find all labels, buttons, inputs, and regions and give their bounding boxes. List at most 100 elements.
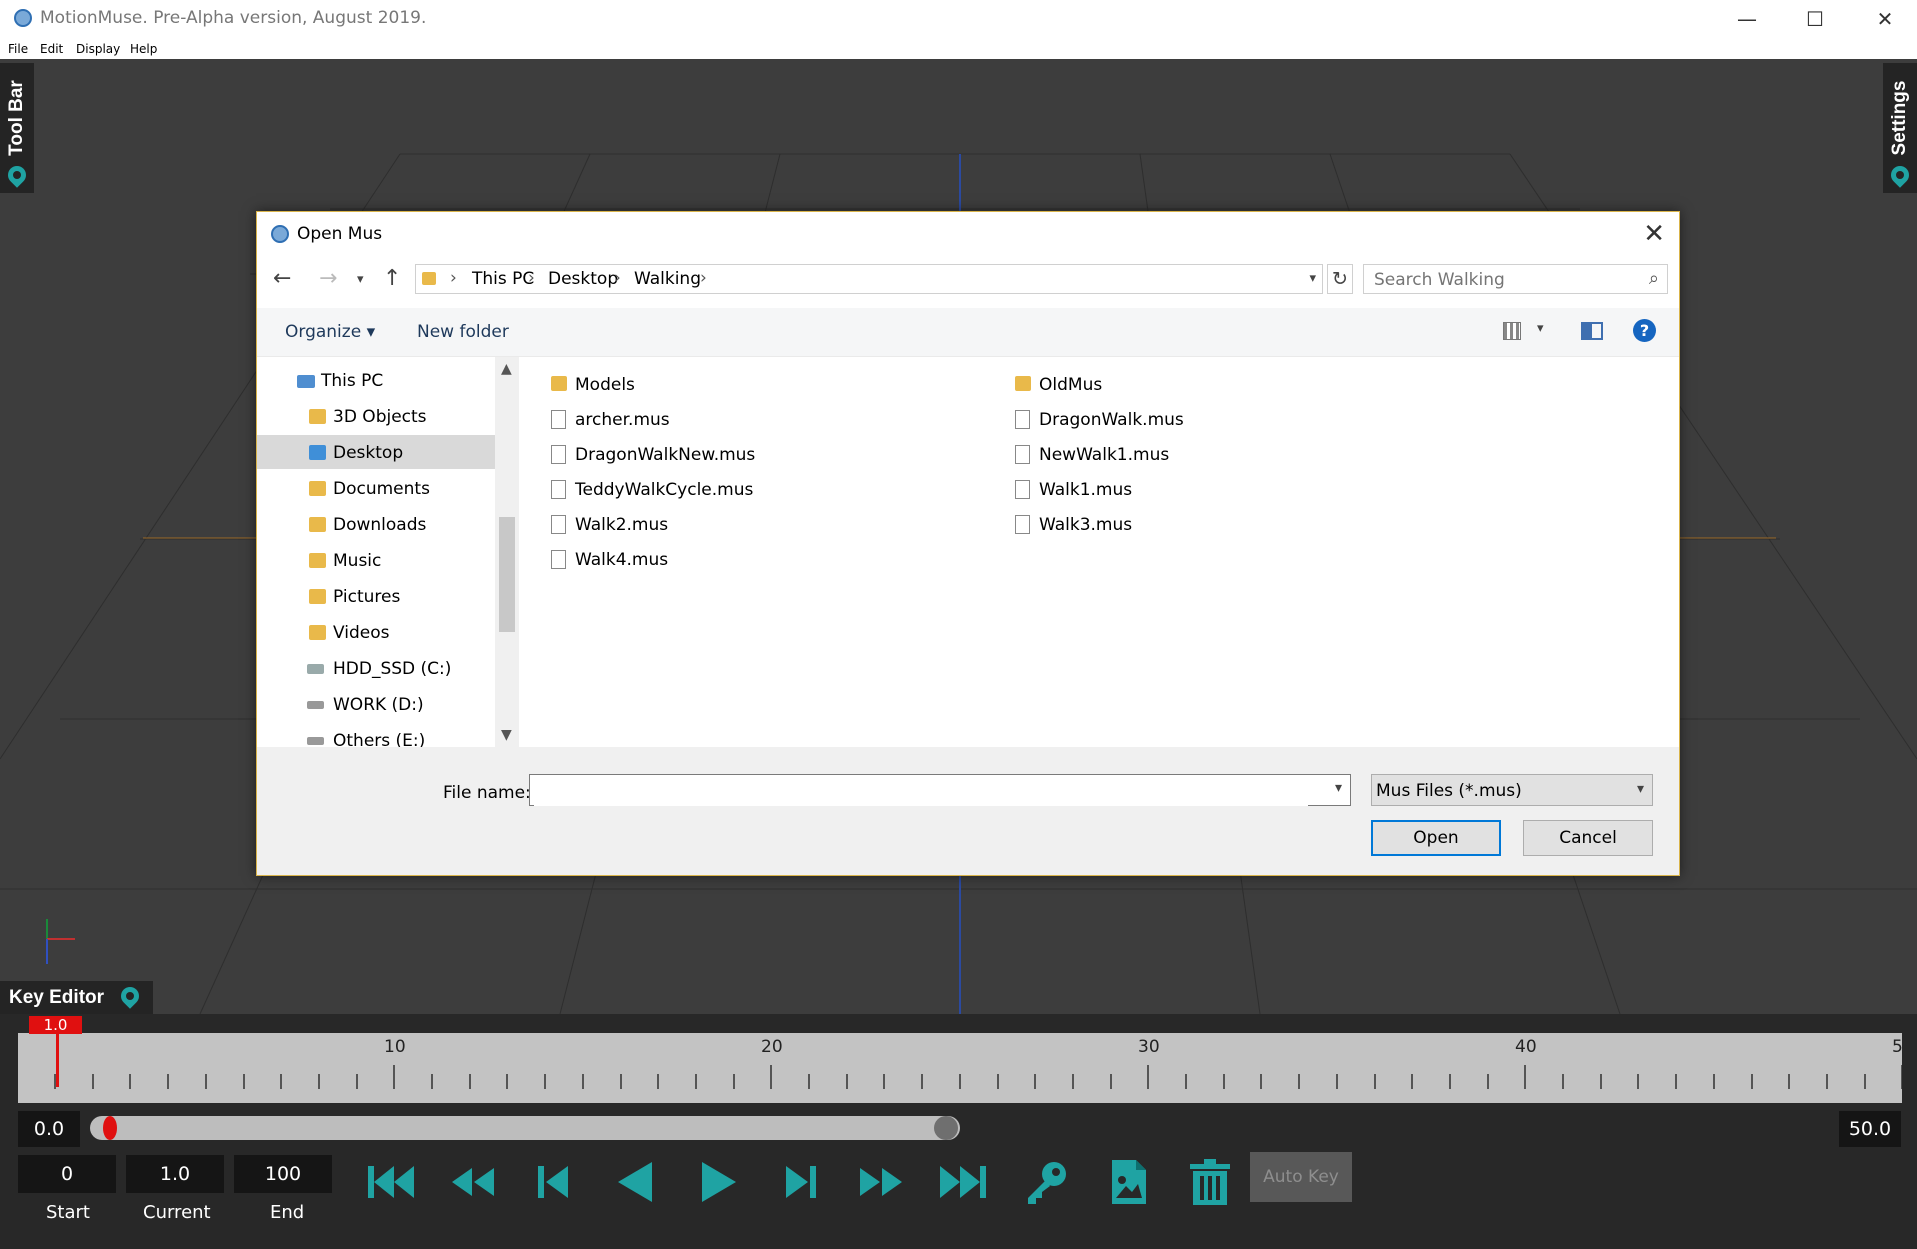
organize-menu[interactable]: Organize ▾ (285, 322, 375, 342)
dialog-close-icon[interactable]: ✕ (1643, 219, 1665, 249)
go-to-end-icon[interactable] (934, 1152, 994, 1212)
menu-edit[interactable]: Edit (40, 42, 63, 56)
ruler-tick (1222, 1074, 1225, 1089)
range-slider-start-handle[interactable] (103, 1116, 117, 1140)
nav-item-pictures[interactable]: Pictures (257, 579, 495, 613)
nav-item-3d-objects[interactable]: 3D Objects (257, 399, 495, 433)
up-arrow-icon[interactable]: ↑ (383, 266, 401, 291)
nav-item-videos[interactable]: Videos (257, 615, 495, 649)
nav-item-hdd-ssd-c[interactable]: HDD_SSD (C:) (257, 651, 495, 685)
folder-icon (309, 409, 326, 424)
playhead-label[interactable]: 1.0 (29, 1016, 82, 1034)
open-button[interactable]: Open (1371, 820, 1501, 856)
file-type-select[interactable]: Mus Files (*.mus) ▾ (1371, 774, 1653, 806)
toolbar-tab-label: Tool Bar (6, 80, 27, 156)
start-frame-input[interactable]: 0 (18, 1155, 116, 1193)
dialog-title-bar: Open Mus ✕ (257, 212, 1679, 256)
nav-item-others-e[interactable]: Others (E:) (257, 723, 495, 747)
play-reverse-icon[interactable] (606, 1152, 666, 1212)
navigation-scrollbar[interactable]: ▲ ▼ (495, 357, 519, 747)
nav-item-music[interactable]: Music (257, 543, 495, 577)
recent-locations-chevron-icon[interactable]: ▾ (357, 272, 364, 287)
auto-key-button[interactable]: Auto Key (1250, 1152, 1352, 1202)
search-box[interactable]: ⌕ (1363, 264, 1668, 294)
key-icon[interactable] (1016, 1152, 1076, 1212)
view-dropdown-icon[interactable]: ▾ (1537, 321, 1544, 336)
window-title-bar: MotionMuse. Pre-Alpha version, August 20… (0, 0, 1917, 37)
scroll-up-icon[interactable]: ▲ (501, 361, 512, 377)
maximize-button[interactable]: ☐ (1780, 0, 1850, 37)
nav-item-label: This PC (321, 371, 384, 391)
minimize-button[interactable]: — (1712, 0, 1782, 37)
search-icon: ⌕ (1648, 268, 1659, 289)
nav-item-work-d[interactable]: WORK (D:) (257, 687, 495, 721)
pin-icon[interactable] (1887, 162, 1913, 188)
range-start-display[interactable]: 0.0 (18, 1111, 80, 1147)
address-dropdown-icon[interactable]: ▾ (1309, 271, 1316, 286)
file-name-input[interactable] (534, 776, 1308, 806)
ruler-tick (1825, 1074, 1828, 1089)
go-to-start-icon[interactable] (360, 1152, 420, 1212)
settings-tab[interactable]: Settings (1883, 63, 1917, 193)
rewind-icon[interactable] (442, 1152, 502, 1212)
ruler-tick (1788, 1074, 1791, 1089)
previous-key-icon[interactable] (524, 1152, 584, 1212)
breadcrumb-this-pc[interactable]: This PC (472, 269, 534, 289)
search-input[interactable] (1372, 269, 1636, 291)
menu-file[interactable]: File (8, 42, 28, 56)
ruler-tick (732, 1074, 735, 1089)
ruler-tick (1637, 1074, 1640, 1089)
breadcrumb-walking[interactable]: Walking (634, 269, 701, 289)
help-icon[interactable]: ? (1633, 319, 1656, 342)
current-frame-input[interactable]: 1.0 (126, 1155, 224, 1193)
range-slider-end-handle[interactable] (934, 1116, 958, 1140)
image-file-icon[interactable] (1098, 1152, 1158, 1212)
ruler-tick (129, 1074, 132, 1089)
playhead-line[interactable] (56, 1033, 59, 1087)
ruler-number: 30 (1138, 1037, 1160, 1057)
trash-icon[interactable] (1180, 1152, 1240, 1212)
ruler-tick (619, 1074, 622, 1089)
fast-forward-icon[interactable] (852, 1152, 912, 1212)
chevron-down-icon[interactable]: ▾ (1335, 780, 1342, 796)
toolbar-tab[interactable]: Tool Bar (0, 63, 34, 193)
nav-item-documents[interactable]: Documents (257, 471, 495, 505)
nav-item-desktop[interactable]: Desktop (257, 435, 495, 469)
ruler-tick (845, 1074, 848, 1089)
breadcrumb-desktop[interactable]: Desktop (548, 269, 618, 289)
ruler-tick (280, 1074, 283, 1089)
timeline-ruler[interactable]: 10 20 30 40 5 (18, 1033, 1902, 1103)
nav-item-downloads[interactable]: Downloads (257, 507, 495, 541)
pin-icon[interactable] (4, 162, 30, 188)
file-name: DragonWalkNew.mus (575, 445, 756, 465)
address-bar[interactable]: › This PC › Desktop › Walking › ▾ (415, 264, 1323, 294)
range-slider-track[interactable] (90, 1116, 960, 1140)
scroll-down-icon[interactable]: ▼ (501, 727, 512, 743)
nav-item-this-pc[interactable]: This PC (257, 363, 495, 397)
forward-arrow-icon[interactable]: → (319, 266, 337, 291)
range-end-display[interactable]: 50.0 (1839, 1111, 1901, 1147)
nav-item-label: Documents (333, 479, 430, 499)
drive-icon (307, 737, 324, 745)
ruler-tick (1901, 1065, 1902, 1089)
ruler-tick (317, 1074, 320, 1089)
change-view-icon[interactable] (1503, 322, 1521, 340)
refresh-icon[interactable]: ↻ (1327, 264, 1353, 294)
menu-display[interactable]: Display (76, 42, 120, 56)
back-arrow-icon[interactable]: ← (273, 266, 291, 291)
scrollbar-thumb[interactable] (499, 517, 515, 632)
pin-icon[interactable] (117, 983, 143, 1009)
new-folder-button[interactable]: New folder (417, 322, 509, 342)
file-name-combobox[interactable]: ▾ (529, 774, 1351, 806)
cancel-button[interactable]: Cancel (1523, 820, 1653, 856)
ruler-tick (1863, 1074, 1866, 1089)
preview-pane-icon[interactable] (1581, 322, 1603, 340)
menu-help[interactable]: Help (130, 42, 157, 56)
key-editor-tab[interactable]: Key Editor (0, 981, 153, 1015)
ruler-tick (355, 1074, 358, 1089)
play-icon[interactable] (688, 1152, 748, 1212)
next-key-icon[interactable] (770, 1152, 830, 1212)
end-frame-input[interactable]: 100 (234, 1155, 332, 1193)
close-button[interactable]: ✕ (1850, 0, 1917, 37)
ruler-tick (468, 1074, 471, 1089)
